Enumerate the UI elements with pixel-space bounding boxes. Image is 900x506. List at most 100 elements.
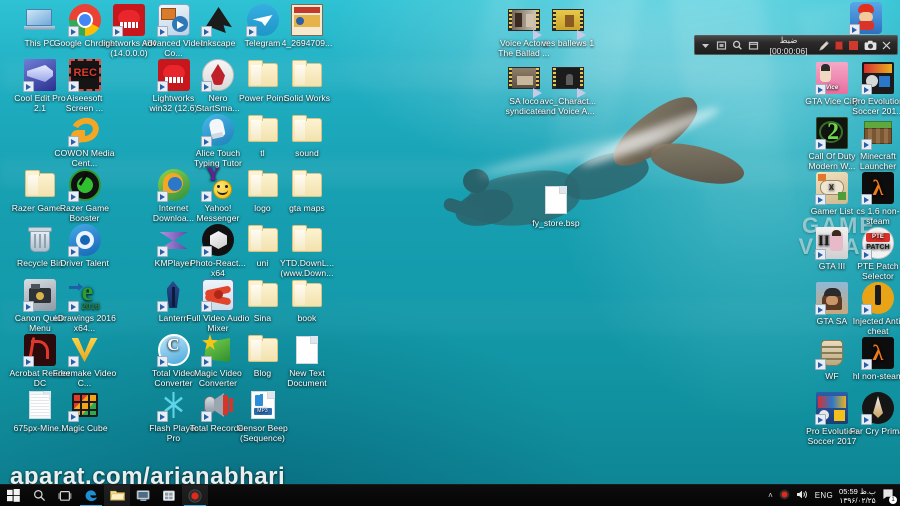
shortcut-badge <box>861 249 872 260</box>
desktop-icon-ytd-downl-www-down[interactable]: YTD.DownL... (www.Down... <box>275 224 339 278</box>
alice-typing-tutor-icon <box>201 114 234 147</box>
cool-edit-pro-icon <box>23 59 56 92</box>
desktop-icon-injected-anti-cheat[interactable]: Injected Anti-cheat <box>846 282 900 336</box>
folder-icon <box>24 169 56 201</box>
clock-time: 05:59 ب.ظ <box>839 486 876 496</box>
clock[interactable]: 05:59 ب.ظ ۱۳۹۶/۰۲/۲۵ <box>839 487 876 505</box>
taskbar[interactable]: ˄ ENG 05:59 ب.ظ ۱۳۹۶/۰۲/۲۵ 1 <box>0 484 900 506</box>
media-player-button[interactable] <box>130 485 156 506</box>
desktop-icon-sound[interactable]: sound <box>275 114 339 159</box>
photo-reactor-icon <box>201 224 234 257</box>
action-center-button[interactable]: 1 <box>882 488 897 504</box>
stop-icon[interactable] <box>849 40 858 50</box>
desktop-icon-pro-evolution-soccer-201[interactable]: Pro Evolution Soccer 201... <box>846 62 900 116</box>
desktop-icon-mario[interactable] <box>846 2 886 37</box>
desktop-icon-gta-maps[interactable]: gta maps <box>275 169 339 214</box>
edrawings-icon: e 2016 <box>67 279 101 312</box>
language-indicator[interactable]: ENG <box>815 491 833 500</box>
chevron-down-icon[interactable] <box>700 40 711 51</box>
icon-label: sound <box>295 148 319 158</box>
shortcut-badge <box>861 139 872 150</box>
shortcut-badge <box>245 26 257 37</box>
shortcut-badge <box>861 84 872 95</box>
pause-icon[interactable] <box>835 40 843 50</box>
camera-icon[interactable] <box>864 40 877 51</box>
store-button[interactable] <box>156 485 182 506</box>
system-tray[interactable]: ˄ ENG 05:59 ب.ظ ۱۳۹۶/۰۲/۲۵ 1 <box>768 487 900 505</box>
desktop-icon-edrawings-2016-x64[interactable]: e 2016 eDrawings 2016 x64... <box>53 279 117 333</box>
screen-recorder-toolbar[interactable]: ضبط [00:00:06] <box>694 35 898 56</box>
search-button[interactable] <box>26 485 52 506</box>
shortcut-badge <box>201 81 212 92</box>
desktop-icon-hl-non-steam[interactable]: λ hl non-steam <box>846 337 900 382</box>
shortcut-badge <box>861 359 872 370</box>
desktop-icon-avc-charact-and-voice-a[interactable]: avc_Charact... and Voice A... <box>536 62 600 116</box>
desktop-icon-ves-ballews-1[interactable]: ves ballews 1 <box>536 4 600 49</box>
close-icon[interactable] <box>881 40 892 51</box>
shortcut-badge <box>156 191 168 202</box>
shortcut-badge <box>201 191 212 202</box>
total-recorder-icon <box>201 389 234 422</box>
razer-game-booster-icon <box>67 169 101 202</box>
folder-icon <box>247 114 279 146</box>
volume-icon[interactable] <box>796 489 809 502</box>
nero-icon <box>201 59 234 92</box>
screen-region-icon[interactable] <box>716 40 727 51</box>
desktop-icon-magic-cube[interactable]: Magic Cube <box>53 389 117 434</box>
start-button[interactable] <box>0 485 26 506</box>
desktop-icon-4-2694709[interactable]: 4_2694709... <box>275 4 339 49</box>
desktop-icon-cowon-media-cent[interactable]: COWON Media Cent... <box>53 114 117 168</box>
flash-player-pro-icon <box>156 389 190 422</box>
icon-label: book <box>297 313 317 323</box>
icon-label: Solid Works <box>283 93 331 103</box>
icon-label: ves ballews 1 <box>541 38 595 48</box>
gta-iii-icon: III <box>815 227 848 260</box>
edge-button[interactable] <box>78 485 104 506</box>
desktop-icon-minecraft-launcher[interactable]: Minecraft Launcher <box>846 117 900 171</box>
record-icon[interactable] <box>779 489 790 502</box>
icon-label: gta maps <box>289 203 325 213</box>
desktop-icon-new-text-document[interactable]: New Text Document <box>275 334 339 388</box>
mp3-file-icon: MP3 <box>247 389 279 421</box>
shortcut-badge <box>67 246 79 257</box>
desktop-icon-book[interactable]: book <box>275 279 339 324</box>
desktop-icon-cs-1-6-non-steam[interactable]: λ cs 1.6 non-steam <box>846 172 900 226</box>
desktop-icon-aiseesoft-screen[interactable]: REC Aiseesoft Screen ... <box>53 59 117 113</box>
desktop-icon-fy-store-bsp[interactable]: fy_store.bsp <box>524 184 588 229</box>
shortcut-badge <box>156 26 168 37</box>
action-center-badge: 1 <box>889 496 897 504</box>
text-document-icon <box>291 334 323 366</box>
shortcut-badge <box>815 194 826 205</box>
file-explorer-button[interactable] <box>104 484 130 506</box>
desktop-icon-pte-patch-selector[interactable]: PTE PATCH PTE Patch Selector <box>846 227 900 281</box>
desktop-icon-far-cry-primal[interactable]: Far Cry Primal <box>846 392 900 437</box>
shortcut-badge <box>156 246 168 257</box>
folder-icon <box>247 59 279 91</box>
desktop-icon-censor-beep-sequence[interactable]: MP3 Censor Beep (Sequence) <box>231 389 295 443</box>
desktop-wallpaper[interactable] <box>0 0 900 506</box>
far-cry-primal-icon <box>861 392 894 425</box>
window-select-icon[interactable] <box>748 40 759 51</box>
shortcut-badge <box>156 301 168 312</box>
injected-anticheat-icon <box>861 282 894 315</box>
task-view-button[interactable] <box>52 485 78 506</box>
folder-icon <box>247 169 279 201</box>
desktop-icon-solid-works[interactable]: Solid Works <box>275 59 339 104</box>
desktop-icon-razer-game-booster[interactable]: Razer Game Booster <box>53 169 117 223</box>
show-hidden-icons-button[interactable]: ˄ <box>768 491 773 500</box>
yahoo-messenger-icon: Y <box>201 165 234 202</box>
chrome-icon <box>67 4 101 37</box>
icon-label: Driver Talent <box>60 258 109 268</box>
folder-icon <box>247 279 279 311</box>
shortcut-badge <box>815 249 826 260</box>
desktop-icon-driver-talent[interactable]: Driver Talent <box>53 224 117 269</box>
video-file-icon <box>552 4 586 40</box>
screen-recorder-button[interactable] <box>182 484 208 506</box>
magnifier-icon[interactable] <box>732 40 743 51</box>
folder-icon <box>291 224 323 256</box>
desktop-icon-freemake-video-c[interactable]: Freemake Video C... <box>53 334 117 388</box>
icon-label: Minecraft Launcher <box>859 151 897 171</box>
pencil-icon[interactable] <box>818 40 829 51</box>
icon-label: PTE Patch Selector <box>857 261 899 281</box>
shortcut-badge <box>815 359 826 370</box>
